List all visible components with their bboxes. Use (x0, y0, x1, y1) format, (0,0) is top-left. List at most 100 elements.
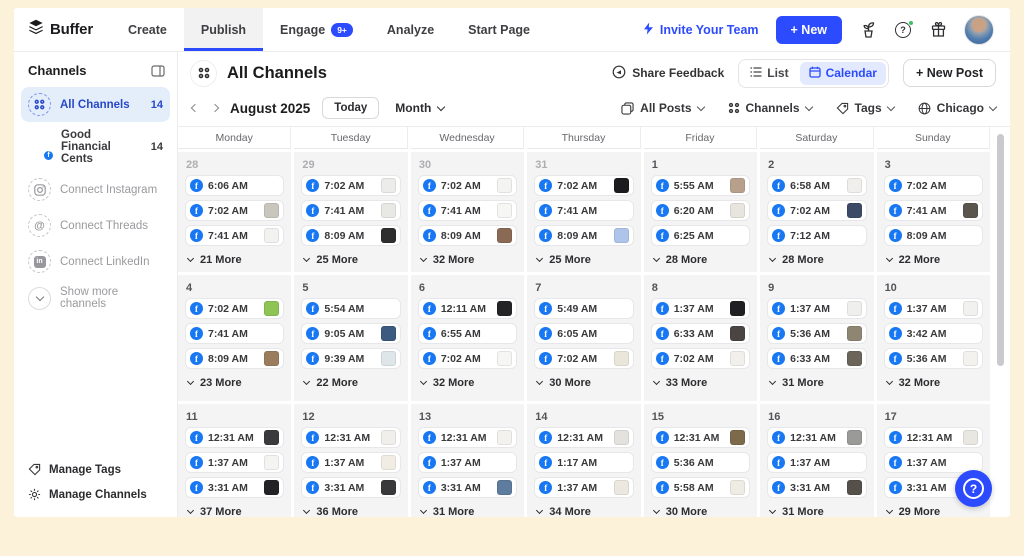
post-pill[interactable]: f7:02 AM (185, 298, 284, 319)
sidebar-item-connect-linkedin[interactable]: inConnect LinkedIn (21, 244, 170, 279)
filter-all-posts[interactable]: All Posts (621, 101, 703, 115)
post-pill[interactable]: f7:02 AM (418, 348, 517, 369)
post-pill[interactable]: f1:37 AM (534, 477, 633, 498)
post-pill[interactable]: f12:31 AM (185, 427, 284, 448)
post-pill[interactable]: f8:09 AM (185, 348, 284, 369)
more-posts-button[interactable]: 28 More (770, 254, 866, 266)
post-pill[interactable]: f7:12 AM (767, 225, 866, 246)
more-posts-button[interactable]: 33 More (654, 377, 750, 389)
next-month-button[interactable] (212, 105, 218, 111)
tab-analyze[interactable]: Analyze (370, 8, 451, 51)
sidebar-item-all-channels[interactable]: All Channels14 (21, 87, 170, 122)
post-pill[interactable]: f3:42 AM (884, 323, 983, 344)
more-posts-button[interactable]: 23 More (188, 377, 284, 389)
tab-engage[interactable]: Engage9+ (263, 8, 370, 51)
sidebar-item-good-financial-cents[interactable]: fGood Financial Cents14 (21, 123, 170, 171)
filter-chicago[interactable]: Chicago (918, 101, 996, 115)
today-button[interactable]: Today (322, 97, 379, 119)
sidebar-item-manage-tags[interactable]: Manage Tags (14, 457, 177, 482)
new-post-button[interactable]: + New Post (903, 59, 996, 87)
post-pill[interactable]: f12:31 AM (418, 427, 517, 448)
plant-growth-icon[interactable] (859, 21, 877, 39)
post-pill[interactable]: f7:41 AM (301, 200, 400, 221)
post-pill[interactable]: f7:41 AM (185, 225, 284, 246)
sidebar-item-connect-instagram[interactable]: Connect Instagram (21, 172, 170, 207)
post-pill[interactable]: f1:37 AM (301, 452, 400, 473)
post-pill[interactable]: f6:20 AM (651, 200, 750, 221)
more-posts-button[interactable]: 21 More (188, 254, 284, 266)
calendar-view-button[interactable]: Calendar (800, 62, 886, 85)
tab-start-page[interactable]: Start Page (451, 8, 547, 51)
gift-icon[interactable] (929, 21, 947, 39)
post-pill[interactable]: f5:55 AM (651, 175, 750, 196)
post-pill[interactable]: f12:31 AM (534, 427, 633, 448)
tab-publish[interactable]: Publish (184, 8, 263, 51)
post-pill[interactable]: f1:37 AM (185, 452, 284, 473)
post-pill[interactable]: f1:37 AM (767, 452, 866, 473)
post-pill[interactable]: f8:09 AM (884, 225, 983, 246)
post-pill[interactable]: f3:31 AM (418, 477, 517, 498)
post-pill[interactable]: f1:37 AM (767, 298, 866, 319)
post-pill[interactable]: f7:02 AM (534, 348, 633, 369)
more-posts-button[interactable]: 36 More (304, 506, 400, 517)
post-pill[interactable]: f7:02 AM (418, 175, 517, 196)
post-pill[interactable]: f1:17 AM (534, 452, 633, 473)
post-pill[interactable]: f5:54 AM (301, 298, 400, 319)
post-pill[interactable]: f8:09 AM (418, 225, 517, 246)
post-pill[interactable]: f5:49 AM (534, 298, 633, 319)
post-pill[interactable]: f7:02 AM (651, 348, 750, 369)
filter-tags[interactable]: Tags (836, 101, 894, 115)
more-posts-button[interactable]: 25 More (537, 254, 633, 266)
post-pill[interactable]: f6:25 AM (651, 225, 750, 246)
sidebar-item-manage-channels[interactable]: Manage Channels (14, 482, 177, 507)
more-posts-button[interactable]: 22 More (887, 254, 983, 266)
post-pill[interactable]: f7:02 AM (767, 200, 866, 221)
help-menu-icon[interactable]: ? (894, 21, 912, 39)
post-pill[interactable]: f7:02 AM (884, 175, 983, 196)
post-pill[interactable]: f5:36 AM (884, 348, 983, 369)
more-posts-button[interactable]: 34 More (537, 506, 633, 517)
post-pill[interactable]: f5:58 AM (651, 477, 750, 498)
more-posts-button[interactable]: 29 More (887, 506, 983, 517)
more-posts-button[interactable]: 32 More (421, 254, 517, 266)
post-pill[interactable]: f6:55 AM (418, 323, 517, 344)
post-pill[interactable]: f5:36 AM (651, 452, 750, 473)
post-pill[interactable]: f1:37 AM (651, 298, 750, 319)
collapse-sidebar-icon[interactable] (151, 65, 165, 77)
post-pill[interactable]: f12:11 AM (418, 298, 517, 319)
filter-channels[interactable]: Channels (728, 101, 812, 115)
post-pill[interactable]: f7:41 AM (418, 200, 517, 221)
more-posts-button[interactable]: 30 More (654, 506, 750, 517)
more-posts-button[interactable]: 25 More (304, 254, 400, 266)
post-pill[interactable]: f12:31 AM (767, 427, 866, 448)
post-pill[interactable]: f7:41 AM (185, 323, 284, 344)
post-pill[interactable]: f8:09 AM (534, 225, 633, 246)
more-posts-button[interactable]: 32 More (421, 377, 517, 389)
post-pill[interactable]: f3:31 AM (185, 477, 284, 498)
post-pill[interactable]: f7:41 AM (534, 200, 633, 221)
post-pill[interactable]: f7:02 AM (301, 175, 400, 196)
post-pill[interactable]: f7:02 AM (534, 175, 633, 196)
more-posts-button[interactable]: 22 More (304, 377, 400, 389)
post-pill[interactable]: f6:05 AM (534, 323, 633, 344)
more-posts-button[interactable]: 32 More (887, 377, 983, 389)
post-pill[interactable]: f6:33 AM (651, 323, 750, 344)
prev-month-button[interactable] (192, 105, 198, 111)
buffer-logo[interactable]: Buffer (14, 8, 111, 51)
scrollbar[interactable] (997, 134, 1004, 366)
post-pill[interactable]: f3:31 AM (301, 477, 400, 498)
post-pill[interactable]: f7:41 AM (884, 200, 983, 221)
post-pill[interactable]: f6:33 AM (767, 348, 866, 369)
new-button[interactable]: + New (776, 16, 842, 44)
post-pill[interactable]: f6:58 AM (767, 175, 866, 196)
post-pill[interactable]: f3:31 AM (767, 477, 866, 498)
more-posts-button[interactable]: 31 More (770, 506, 866, 517)
post-pill[interactable]: f1:37 AM (418, 452, 517, 473)
post-pill[interactable]: f5:36 AM (767, 323, 866, 344)
post-pill[interactable]: f12:31 AM (884, 427, 983, 448)
post-pill[interactable]: f9:05 AM (301, 323, 400, 344)
post-pill[interactable]: f12:31 AM (301, 427, 400, 448)
post-pill[interactable]: f8:09 AM (301, 225, 400, 246)
sidebar-item-show-more-channels[interactable]: Show more channels (21, 280, 170, 316)
share-feedback-button[interactable]: Share Feedback (612, 65, 724, 82)
